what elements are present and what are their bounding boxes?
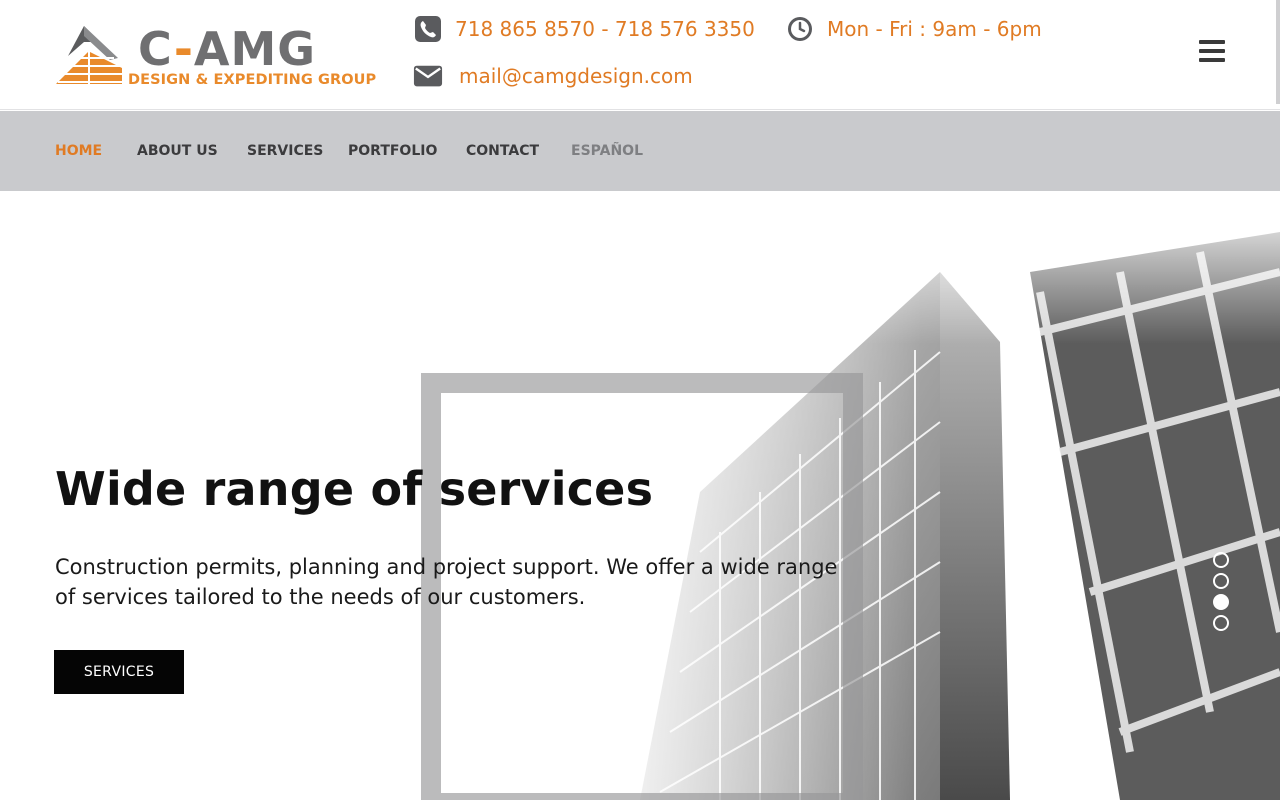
nav-item-espanol[interactable]: ESPAÑOL — [571, 143, 643, 159]
hero-slider: Wide range of services Construction perm… — [0, 192, 1280, 800]
logo-wordmark: C-AMG — [138, 22, 317, 76]
email-address[interactable]: mail@camgdesign.com — [459, 64, 693, 88]
hamburger-menu-icon[interactable] — [1199, 40, 1226, 64]
slide-dot-1[interactable] — [1213, 552, 1229, 568]
nav-item-contact[interactable]: CONTACT — [466, 143, 539, 159]
building-logo-icon — [56, 26, 122, 84]
phone-numbers[interactable]: 718 865 8570 - 718 576 3350 — [455, 17, 755, 41]
logo-tagline: DESIGN & EXPEDITING GROUP — [128, 72, 377, 88]
services-button[interactable]: SERVICES — [54, 650, 184, 694]
phone-contact[interactable]: 718 865 8570 - 718 576 3350 — [413, 14, 755, 44]
slide-dot-4[interactable] — [1213, 615, 1229, 631]
clock-icon — [785, 14, 815, 44]
envelope-icon — [413, 61, 443, 91]
slider-pagination — [1213, 552, 1231, 636]
nav-item-about-us[interactable]: ABOUT US — [137, 143, 218, 159]
main-navigation: HOME ABOUT US SERVICES PORTFOLIO CONTACT… — [0, 111, 1280, 191]
scrollbar[interactable] — [1276, 0, 1280, 104]
camg-logo[interactable]: C-AMG DESIGN & EXPEDITING GROUP — [54, 22, 376, 90]
slide-dot-3[interactable] — [1213, 594, 1229, 610]
opening-hours: Mon - Fri : 9am - 6pm — [827, 17, 1042, 41]
email-contact[interactable]: mail@camgdesign.com — [413, 61, 693, 91]
hero-title: Wide range of services — [55, 462, 654, 516]
nav-item-portfolio[interactable]: PORTFOLIO — [348, 143, 437, 159]
slide-dot-2[interactable] — [1213, 573, 1229, 589]
nav-item-home[interactable]: HOME — [55, 143, 102, 159]
hero-description: Construction permits, planning and proje… — [55, 555, 838, 609]
hours-contact: Mon - Fri : 9am - 6pm — [785, 14, 1042, 44]
phone-icon — [413, 14, 443, 44]
nav-item-services[interactable]: SERVICES — [247, 143, 323, 159]
site-header: C-AMG DESIGN & EXPEDITING GROUP 718 865 … — [0, 0, 1280, 110]
